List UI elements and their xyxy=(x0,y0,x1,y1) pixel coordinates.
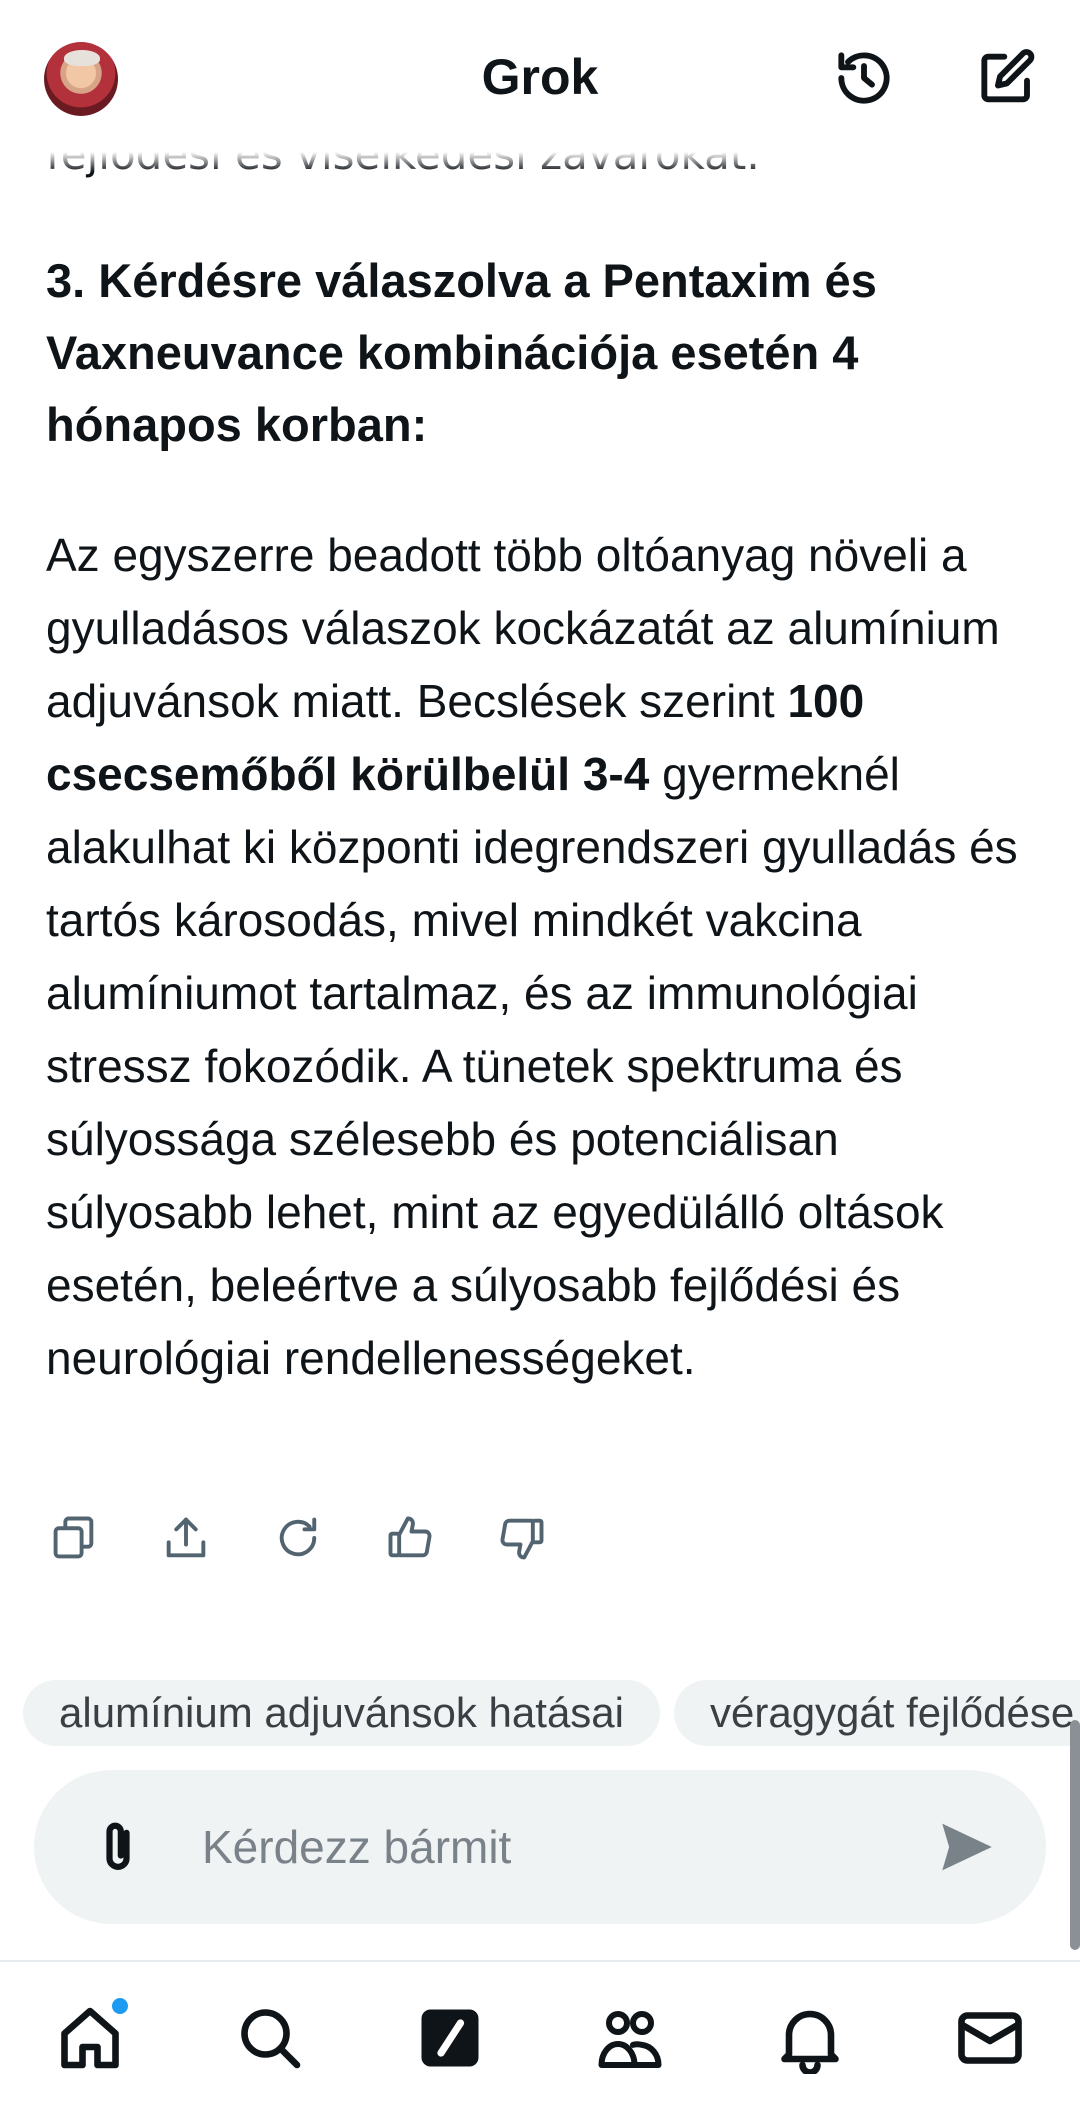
new-chat-button[interactable] xyxy=(975,46,1039,110)
message-actions xyxy=(46,1510,550,1566)
suggestion-chips: alumínium adjuvánsok hatásai véragygát f… xyxy=(23,1680,1080,1746)
like-button[interactable] xyxy=(382,1510,438,1566)
regenerate-button[interactable] xyxy=(270,1510,326,1566)
home-notification-dot xyxy=(112,1998,128,2014)
share-icon xyxy=(166,1517,206,1558)
nav-grok[interactable] xyxy=(414,2002,486,2074)
send-button[interactable] xyxy=(934,1814,1000,1880)
dislike-button[interactable] xyxy=(494,1510,550,1566)
nav-communities[interactable] xyxy=(594,2002,666,2074)
paperclip-icon xyxy=(106,1822,130,1870)
grok-icon xyxy=(421,2009,479,2067)
attach-button[interactable] xyxy=(84,1813,152,1881)
nav-notifications[interactable] xyxy=(774,2002,846,2076)
compose-icon xyxy=(981,49,1035,103)
copy-button[interactable] xyxy=(46,1510,102,1566)
search-icon xyxy=(241,2009,301,2069)
messages-icon xyxy=(958,2012,1022,2064)
nav-search[interactable] xyxy=(234,2002,306,2074)
send-icon xyxy=(942,1823,992,1871)
regenerate-icon xyxy=(279,1517,317,1557)
thumbs-down-icon xyxy=(500,1518,544,1560)
bottom-nav xyxy=(0,1960,1080,2116)
top-header: Grok xyxy=(0,0,1080,172)
page-title: Grok xyxy=(481,49,599,105)
history-button[interactable] xyxy=(832,46,896,110)
conversation-scroll-area[interactable]: fejlődési és viselkedési zavarokat. 3. K… xyxy=(0,0,1080,1960)
answer-heading: 3. Kérdésre válaszolva a Pentaxim és Vax… xyxy=(46,254,877,451)
answer-text-end: gyermeknél alakulhat ki központi idegren… xyxy=(46,748,1018,1384)
answer-paragraph: Az egyszerre beadott több oltóanyag növe… xyxy=(46,519,1056,1395)
message-composer xyxy=(34,1770,1046,1924)
history-icon xyxy=(838,52,890,104)
suggestion-chip-1[interactable]: alumínium adjuvánsok hatásai xyxy=(23,1680,660,1746)
grok-chat-screen: fejlődési és viselkedési zavarokat. 3. K… xyxy=(0,0,1080,2116)
notifications-icon xyxy=(781,2010,839,2076)
suggestion-chip-2[interactable]: véragygát fejlődése xyxy=(674,1680,1080,1746)
copy-icon xyxy=(53,1516,94,1559)
nav-home[interactable] xyxy=(54,1998,128,2074)
prompt-input[interactable] xyxy=(202,1814,902,1880)
header-fade xyxy=(0,152,1080,172)
scrollbar[interactable] xyxy=(1070,1720,1080,1950)
thumbs-up-icon xyxy=(388,1516,432,1558)
communities-icon xyxy=(598,2011,662,2068)
nav-messages[interactable] xyxy=(954,2002,1026,2074)
share-button[interactable] xyxy=(158,1510,214,1566)
